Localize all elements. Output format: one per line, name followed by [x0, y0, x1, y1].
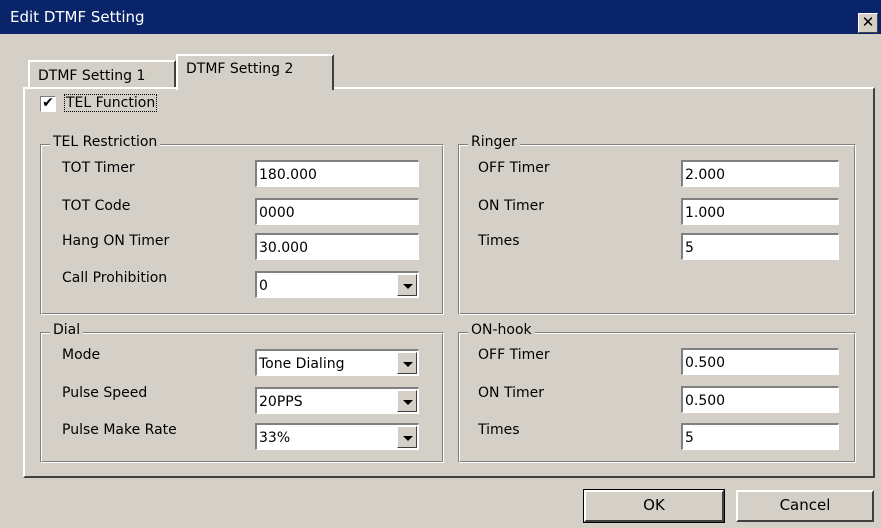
ringer-on-timer-input[interactable]: 1.000: [681, 198, 839, 225]
tot-timer-label: TOT Timer: [62, 160, 135, 176]
mode-select[interactable]: Tone Dialing: [255, 349, 419, 376]
call-prohibition-select[interactable]: 0: [255, 271, 419, 298]
ringer-on-timer-label: ON Timer: [478, 198, 544, 214]
mode-value: Tone Dialing: [259, 356, 345, 372]
ringer-title: Ringer: [468, 134, 520, 150]
window-title: Edit DTMF Setting: [10, 8, 145, 26]
chevron-down-icon[interactable]: [397, 390, 417, 412]
chevron-down-icon[interactable]: [397, 426, 417, 448]
pulse-speed-value: 20PPS: [259, 394, 303, 410]
tot-code-label: TOT Code: [62, 198, 131, 214]
ringer-times-label: Times: [478, 233, 520, 249]
tel-function-checkbox[interactable]: ✔: [40, 96, 56, 112]
tab-dtmf-setting-2[interactable]: DTMF Setting 2: [176, 54, 334, 90]
ringer-off-timer-label: OFF Timer: [478, 160, 550, 176]
call-prohibition-value: 0: [259, 278, 268, 294]
pulse-make-rate-value: 33%: [259, 430, 291, 446]
tot-timer-input[interactable]: 180.000: [255, 160, 419, 187]
on-hook-on-timer-input[interactable]: 0.500: [681, 386, 839, 413]
close-button[interactable]: ✕: [858, 13, 878, 33]
tab-dtmf-setting-1[interactable]: DTMF Setting 1: [28, 60, 176, 88]
chevron-down-icon[interactable]: [397, 274, 417, 296]
ok-button[interactable]: OK: [583, 489, 725, 523]
on-hook-off-timer-label: OFF Timer: [478, 347, 550, 363]
ringer-times-input[interactable]: 5: [681, 233, 839, 260]
cancel-button[interactable]: Cancel: [736, 490, 874, 522]
pulse-speed-label: Pulse Speed: [62, 385, 148, 401]
chevron-down-icon[interactable]: [397, 352, 417, 374]
call-prohibition-label: Call Prohibition: [62, 270, 168, 286]
tel-restriction-title: TEL Restriction: [50, 134, 161, 150]
on-hook-title: ON-hook: [468, 322, 535, 338]
on-hook-times-input[interactable]: 5: [681, 423, 839, 450]
tot-code-input[interactable]: 0000: [255, 198, 419, 225]
pulse-make-rate-label: Pulse Make Rate: [62, 422, 177, 438]
on-hook-times-label: Times: [478, 422, 520, 438]
ringer-off-timer-input[interactable]: 2.000: [681, 160, 839, 187]
pulse-speed-select[interactable]: 20PPS: [255, 387, 419, 414]
pulse-make-rate-select[interactable]: 33%: [255, 423, 419, 450]
tel-function-label[interactable]: TEL Function: [64, 94, 158, 112]
hang-on-timer-label: Hang ON Timer: [62, 233, 170, 249]
on-hook-on-timer-label: ON Timer: [478, 385, 544, 401]
dial-title: Dial: [50, 322, 84, 338]
title-bar[interactable]: Edit DTMF Setting ✕: [0, 0, 881, 34]
mode-label: Mode: [62, 347, 101, 363]
on-hook-off-timer-input[interactable]: 0.500: [681, 348, 839, 375]
dialog-window: Edit DTMF Setting ✕ DTMF Setting 1 DTMF …: [0, 0, 881, 528]
hang-on-timer-input[interactable]: 30.000: [255, 233, 419, 260]
